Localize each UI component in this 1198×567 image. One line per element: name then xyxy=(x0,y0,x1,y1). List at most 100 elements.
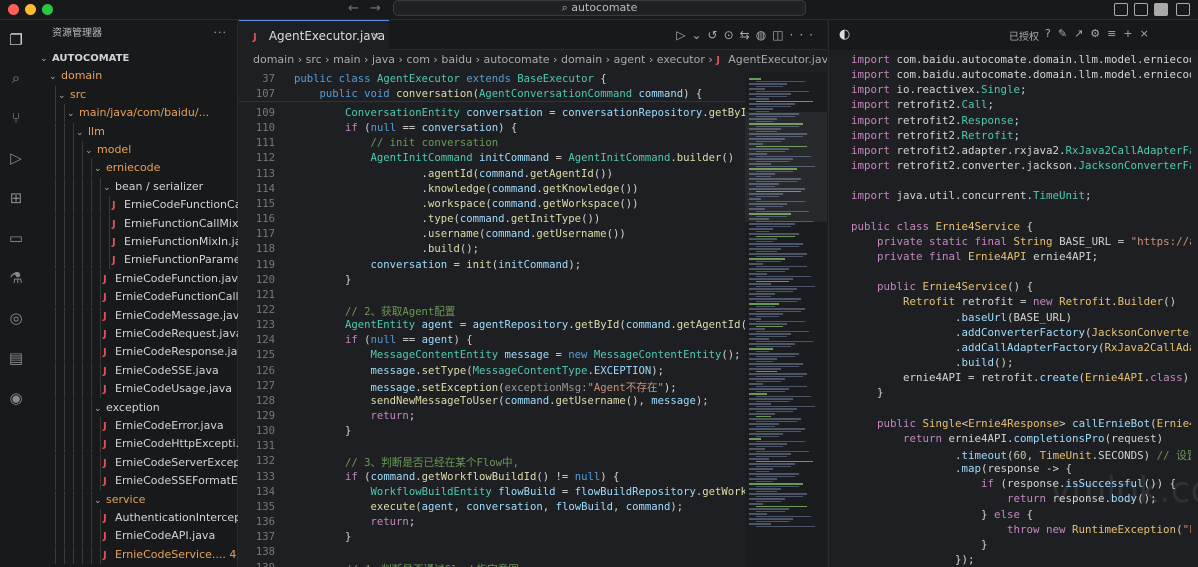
more-actions-icon[interactable]: ··· xyxy=(214,26,228,39)
code-line[interactable]: } xyxy=(294,531,351,543)
folder-item[interactable]: ⌄ domain xyxy=(32,67,238,85)
file-item[interactable]: J ErnieCodeUsage.java xyxy=(32,380,238,399)
code-line[interactable]: if (command.getWorkflowBuildId() != null… xyxy=(294,471,619,483)
search-icon[interactable]: ⌕ xyxy=(6,68,26,88)
file-item[interactable]: J ErnieCodeSSEFormatE... xyxy=(32,472,238,491)
docker-icon[interactable]: ▤ xyxy=(6,348,26,368)
back-arrow-icon[interactable]: ← xyxy=(348,1,359,16)
code-line[interactable]: if (null == conversation) { xyxy=(294,122,517,134)
folder-item[interactable]: ⌄ bean / serializer xyxy=(32,177,238,196)
breadcrumb-item[interactable]: autocomate xyxy=(483,53,549,66)
minimize-window-button[interactable] xyxy=(25,4,36,15)
file-item[interactable]: J ErnieFunctionParame... xyxy=(32,251,238,270)
settings-icon[interactable]: ⚙ xyxy=(1090,27,1107,40)
folder-item[interactable]: ⌄ service xyxy=(32,490,238,509)
code-line[interactable]: .agentId(command.getAgentId()) xyxy=(294,168,613,180)
code-line[interactable]: WorkflowBuildEntity flowBuild = flowBuil… xyxy=(294,486,745,498)
file-item[interactable]: J ErnieFunctionCallMixI... xyxy=(32,214,238,233)
code-line[interactable]: message.setType(MessageContentType.EXCEP… xyxy=(294,365,664,377)
remote-explorer-icon[interactable]: ▭ xyxy=(6,228,26,248)
code-line[interactable]: .knowledge(command.getKnowledge()) xyxy=(294,183,639,195)
code-line[interactable]: execute(agent, conversation, flowBuild, … xyxy=(294,501,684,513)
compare-icon[interactable]: ⇆ xyxy=(740,28,756,42)
code-line[interactable]: .username(command.getUsername()) xyxy=(294,228,626,240)
file-item[interactable]: J ErnieCodeService.... 4 xyxy=(32,545,238,564)
gitlens-icon[interactable]: ◍ xyxy=(756,28,772,42)
customize-layout-icon[interactable] xyxy=(1176,3,1190,16)
code-area[interactable]: 37 public class AgentExecutor extends Bas… xyxy=(239,72,745,567)
file-item[interactable]: J ErnieCodeFunctionCall... xyxy=(32,288,238,307)
folder-item[interactable]: ⌄ AUTOCOMATE xyxy=(32,49,238,67)
code-line[interactable]: sendNewMessageToUser(command.getUsername… xyxy=(294,395,709,407)
folder-item[interactable]: ⌄ exception xyxy=(32,398,238,417)
code-line[interactable]: return; xyxy=(294,410,416,422)
breadcrumb-item[interactable]: domain xyxy=(561,53,602,66)
code-line[interactable]: // 3、判断是否已经在某个Flow中, xyxy=(294,455,519,470)
run-icon[interactable]: ▷ xyxy=(676,28,691,42)
breadcrumb-item[interactable]: main xyxy=(333,53,360,66)
toggle-secondary-sidebar-icon[interactable] xyxy=(1154,3,1168,16)
chat-icon[interactable]: ✎ xyxy=(1058,27,1074,40)
file-item[interactable]: J ErnieCodeRequest.java xyxy=(32,325,238,343)
close-tab-icon[interactable]: × xyxy=(371,21,381,51)
code-line[interactable]: .type(command.getInitType()) xyxy=(294,213,601,225)
code-line[interactable]: message.setException(exceptionMsg:"Agent… xyxy=(294,380,677,395)
folder-item[interactable]: ⌄ src xyxy=(32,85,238,104)
code-line[interactable]: AgentInitCommand initCommand = AgentInit… xyxy=(294,152,735,164)
code-line[interactable]: if (null == agent) { xyxy=(294,334,473,346)
folder-item[interactable]: ⌄ model xyxy=(32,141,238,159)
file-item[interactable]: J ErnieCodeResponse.java xyxy=(32,343,238,362)
file-item[interactable]: J ErnieCodeHttpExcepti... xyxy=(32,435,238,454)
code-line[interactable]: return; xyxy=(294,516,416,528)
code-line[interactable]: // init conversation xyxy=(294,137,499,149)
code-line[interactable]: ConversationEntity conversation = conver… xyxy=(294,107,745,119)
file-item[interactable]: J ErnieCodeSSE.java xyxy=(32,361,238,380)
breadcrumb-item[interactable]: domain xyxy=(253,53,294,66)
dropdown-chevron-icon[interactable]: ⌄ xyxy=(691,28,707,42)
folder-item[interactable]: ⌄ erniecode xyxy=(32,159,238,178)
code-line[interactable]: } xyxy=(294,425,351,437)
file-item[interactable]: J ErnieCodeAPI.java xyxy=(32,527,238,546)
breadcrumb-item[interactable]: AgentExecutor.java xyxy=(728,53,827,66)
minimap[interactable] xyxy=(745,72,827,567)
maximize-window-button[interactable] xyxy=(42,4,53,15)
file-item[interactable]: J AuthenticationIntercep... xyxy=(32,509,238,527)
list-icon[interactable]: ≡ xyxy=(1107,27,1123,40)
code-line[interactable]: MessageContentEntity message = new Messa… xyxy=(294,349,741,361)
file-item[interactable]: J ErnieCodeServerExcep... xyxy=(32,453,238,472)
code-line[interactable]: } xyxy=(294,274,351,286)
code-line[interactable]: .workspace(command.getWorkspace()) xyxy=(294,198,639,210)
breadcrumb-item[interactable]: agent xyxy=(614,53,646,66)
breadcrumb-item[interactable]: baidu xyxy=(441,53,472,66)
run-debug-icon[interactable]: ▷ xyxy=(6,148,26,168)
close-window-button[interactable] xyxy=(8,4,19,15)
breadcrumb-item[interactable]: com xyxy=(406,53,430,66)
timeline-icon[interactable]: ⊙ xyxy=(724,28,740,42)
help-icon[interactable]: ? xyxy=(1045,27,1058,40)
more-actions-icon[interactable]: ··· xyxy=(790,28,819,42)
code-line[interactable]: AgentEntity agent = agentRepository.getB… xyxy=(294,319,745,331)
code-line[interactable]: // 2、获取Agent配置 xyxy=(294,304,455,319)
toggle-panel-icon[interactable] xyxy=(1134,3,1148,16)
gitlens-icon[interactable]: ◉ xyxy=(6,388,26,408)
file-item[interactable]: J ErnieCodeError.java xyxy=(32,417,238,435)
code-line[interactable]: .build(); xyxy=(294,243,479,255)
git-graph-icon[interactable]: ◎ xyxy=(6,308,26,328)
minimap-slider[interactable] xyxy=(745,112,827,222)
file-item[interactable]: J ErnieFunctionMixIn.java xyxy=(32,233,238,251)
file-item[interactable]: J ErnieCodeMessage.java xyxy=(32,306,238,325)
breadcrumb-item[interactable]: java xyxy=(372,53,395,66)
folder-item[interactable]: ⌄ main/java/com/baidu/... xyxy=(32,104,238,123)
file-item[interactable]: J ErnieCodeFunctionCa... xyxy=(32,196,238,215)
file-item[interactable]: J ErnieCodeFunction.java xyxy=(32,269,238,288)
code-line[interactable]: conversation = init(initCommand); xyxy=(294,259,582,271)
extensions-icon[interactable]: ⊞ xyxy=(6,188,26,208)
split-editor-icon[interactable]: ◫ xyxy=(772,28,789,42)
breadcrumb-item[interactable]: src xyxy=(306,53,322,66)
add-icon[interactable]: + xyxy=(1123,27,1139,40)
breadcrumb-item[interactable]: executor xyxy=(657,53,705,66)
share-icon[interactable]: ↗ xyxy=(1074,27,1090,40)
code-line[interactable]: // 4、判断是否通过Slash指定意图 xyxy=(294,562,519,567)
forward-arrow-icon[interactable]: → xyxy=(370,1,381,16)
close-panel-icon[interactable]: × xyxy=(1140,27,1156,40)
